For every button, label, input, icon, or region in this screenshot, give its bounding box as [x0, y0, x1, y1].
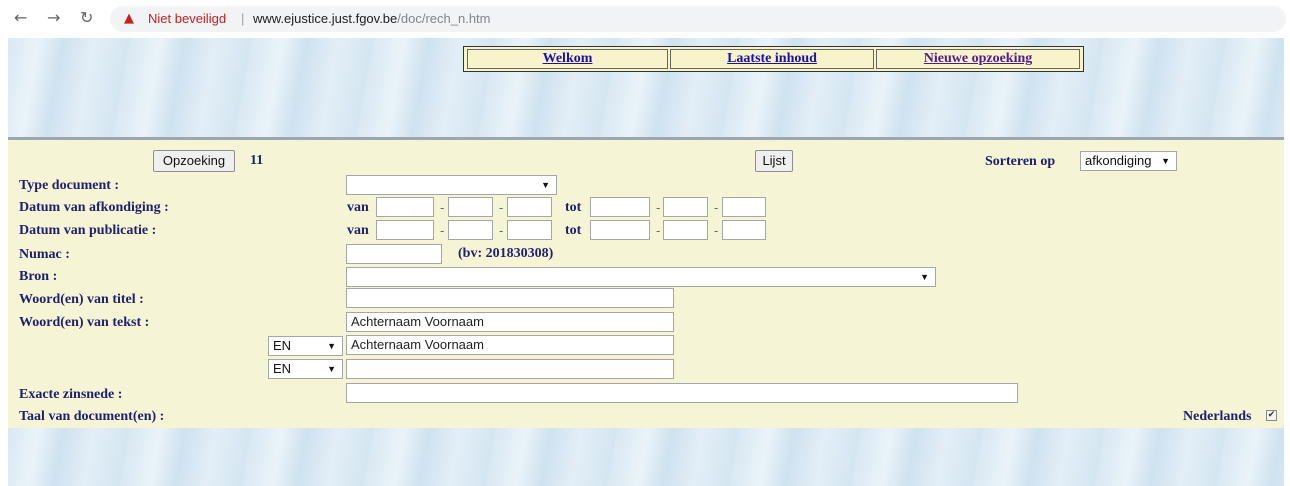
date-dash: - [656, 223, 661, 238]
afkondiging-van-year-input[interactable] [507, 197, 552, 217]
tekst-input-2[interactable]: Achternaam Voornaam [346, 335, 674, 355]
warning-icon[interactable]: ▲ [124, 10, 134, 28]
numac-hint: (bv: 201830308) [458, 246, 554, 261]
nav-cell-nieuwe: Nieuwe opzoeking [876, 49, 1080, 69]
titel-label: Woord(en) van titel : [19, 292, 144, 307]
checkmark-icon: ✔ [1267, 410, 1276, 420]
url-path: /doc/rech_n.htm [397, 11, 491, 26]
nav-cell-laatste: Laatste inhoud [670, 49, 874, 69]
date-dash: - [440, 223, 445, 238]
taal-nederlands-label: Nederlands [1183, 409, 1252, 424]
exacte-input[interactable] [346, 383, 1018, 403]
security-label[interactable]: Niet beveiligd [148, 10, 226, 28]
chevron-down-icon: ▼ [920, 272, 929, 282]
datum-publicatie-label: Datum van publicatie : [19, 223, 157, 238]
tekst-input-3[interactable] [346, 359, 674, 379]
numac-input[interactable] [346, 244, 442, 264]
nav-link-welkom[interactable]: Welkom [543, 51, 593, 66]
date-dash: - [440, 200, 445, 215]
chevron-down-icon: ▼ [541, 180, 550, 190]
result-count: 11 [250, 153, 264, 168]
url-separator: | [241, 11, 245, 26]
datum-afkondiging-label: Datum van afkondiging : [19, 200, 169, 215]
publicatie-van-day-input[interactable] [376, 220, 434, 240]
chevron-down-icon: ▼ [327, 341, 336, 351]
type-document-label: Type document : [19, 178, 120, 193]
reload-icon[interactable]: ↻ [80, 8, 93, 28]
list-button[interactable]: Lijst [755, 150, 793, 172]
chevron-down-icon: ▼ [327, 364, 336, 374]
sort-label: Sorteren op [985, 154, 1056, 169]
afkondiging-van-label: van [347, 200, 369, 215]
sort-select[interactable]: afkondiging ▼ [1080, 151, 1177, 171]
afkondiging-tot-month-input[interactable] [663, 197, 708, 217]
sort-select-value: afkondiging [1085, 153, 1152, 168]
publicatie-tot-month-input[interactable] [663, 220, 708, 240]
tekst-operator-value-3: EN [273, 361, 292, 376]
nav-link-nieuwe-opzoeking[interactable]: Nieuwe opzoeking [924, 51, 1033, 66]
tekst-operator-value-2: EN [273, 338, 292, 353]
forward-arrow-icon[interactable]: → [47, 8, 60, 28]
afkondiging-tot-label: tot [565, 200, 582, 215]
top-navigation: Welkom Laatste inhoud Nieuwe opzoeking [463, 46, 1084, 72]
url-text[interactable]: www.ejustice.just.fgov.be/doc/rech_n.htm [253, 10, 491, 28]
publicatie-van-year-input[interactable] [507, 220, 552, 240]
publicatie-tot-label: tot [565, 223, 582, 238]
tekst-operator-select-3[interactable]: EN ▼ [268, 359, 343, 379]
browser-toolbar: ← → ↻ ▲ Niet beveiligd | www.ejustice.ju… [0, 0, 1290, 38]
tekst-operator-select-2[interactable]: EN ▼ [268, 336, 343, 356]
afkondiging-van-month-input[interactable] [448, 197, 493, 217]
nav-cell-welkom: Welkom [467, 49, 668, 69]
nederlands-checkbox[interactable]: ✔ [1266, 410, 1277, 421]
taal-label: Taal van document(en) : [19, 409, 165, 424]
tekst-input-1[interactable]: Achternaam Voornaam [346, 312, 674, 332]
bron-select[interactable]: ▼ [346, 267, 936, 287]
search-button[interactable]: Opzoeking [153, 150, 235, 172]
tekst-label: Woord(en) van tekst : [19, 315, 150, 330]
nav-link-laatste-inhoud[interactable]: Laatste inhoud [727, 51, 817, 66]
publicatie-van-label: van [347, 223, 369, 238]
afkondiging-van-day-input[interactable] [376, 197, 434, 217]
back-arrow-icon[interactable]: ← [14, 8, 27, 28]
date-dash: - [714, 200, 719, 215]
date-dash: - [656, 200, 661, 215]
afkondiging-tot-year-input[interactable] [722, 197, 766, 217]
date-dash: - [714, 223, 719, 238]
exacte-label: Exacte zinsnede : [19, 387, 123, 402]
type-document-select[interactable]: ▼ [346, 175, 557, 195]
url-host: www.ejustice.just.fgov.be [253, 11, 398, 26]
chevron-down-icon: ▼ [1161, 156, 1170, 166]
publicatie-van-month-input[interactable] [448, 220, 493, 240]
afkondiging-tot-day-input[interactable] [590, 197, 650, 217]
bron-label: Bron : [19, 269, 58, 284]
publicatie-tot-year-input[interactable] [722, 220, 766, 240]
footer-background [8, 428, 1284, 486]
date-dash: - [499, 223, 504, 238]
titel-input[interactable] [346, 288, 674, 308]
date-dash: - [499, 200, 504, 215]
numac-label: Numac : [19, 247, 70, 262]
publicatie-tot-day-input[interactable] [590, 220, 650, 240]
